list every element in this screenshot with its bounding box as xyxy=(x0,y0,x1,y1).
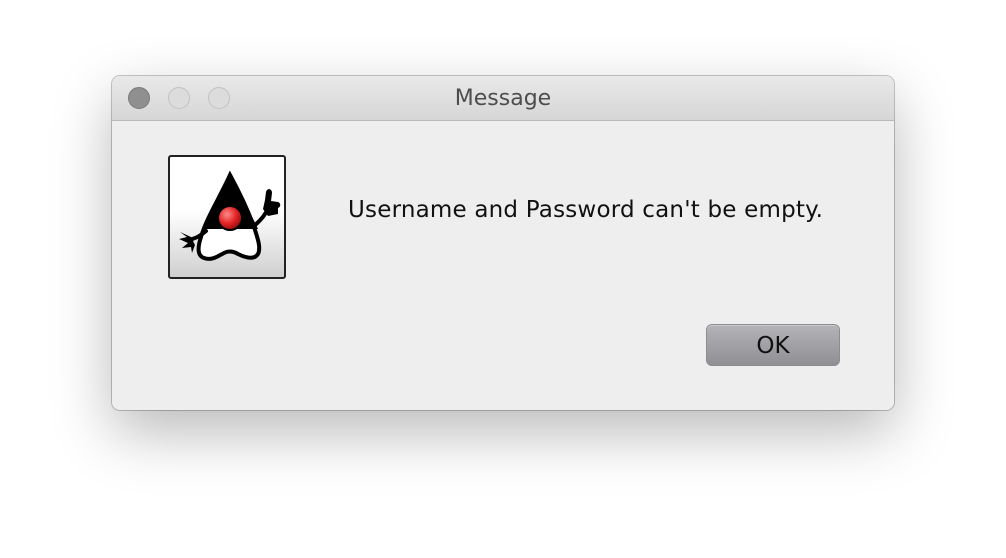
message-dialog: Message Username and Password can't be e… xyxy=(112,76,894,410)
ok-button[interactable]: OK xyxy=(706,324,840,366)
window-title: Message xyxy=(454,86,552,111)
java-duke-icon xyxy=(168,155,286,279)
dialog-message: Username and Password can't be empty. xyxy=(348,197,824,223)
desktop-background: Message Username and Password can't be e… xyxy=(0,0,1006,558)
dialog-content: Username and Password can't be empty. OK xyxy=(112,121,894,410)
title-bar[interactable]: Message xyxy=(112,76,894,121)
